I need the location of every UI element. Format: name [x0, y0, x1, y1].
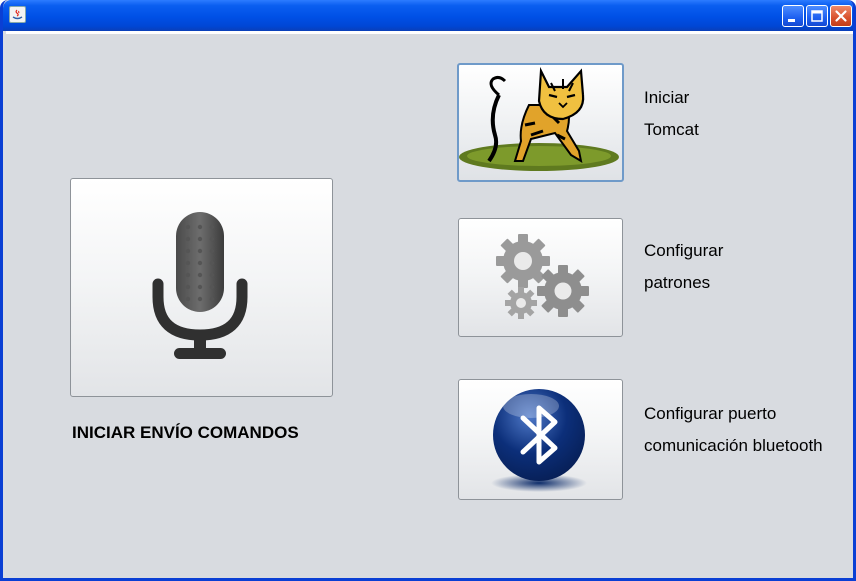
start-commands-label: INICIAR ENVÍO COMANDOS — [72, 423, 299, 442]
start-commands-button[interactable] — [70, 178, 333, 397]
app-window: INICIAR ENVÍO COMANDOS Iniciar Tomcat Co… — [0, 0, 856, 581]
start-tomcat-button[interactable] — [457, 63, 624, 182]
bluetooth-icon — [491, 389, 587, 492]
start-tomcat-label: Iniciar Tomcat — [644, 88, 699, 139]
configure-bluetooth-button[interactable] — [458, 379, 623, 500]
java-icon[interactable] — [9, 6, 26, 23]
gears-icon — [496, 234, 589, 319]
microphone-icon — [152, 212, 248, 359]
content-pane: INICIAR ENVÍO COMANDOS Iniciar Tomcat Co… — [6, 31, 853, 578]
configure-patterns-label: Configurar patrones — [644, 241, 724, 292]
configure-patterns-button[interactable] — [458, 218, 623, 337]
minimize-button[interactable] — [782, 5, 804, 27]
maximize-button[interactable] — [806, 5, 828, 27]
close-button[interactable] — [830, 5, 852, 27]
tomcat-icon — [459, 66, 619, 171]
title-bar[interactable] — [3, 0, 853, 31]
configure-bluetooth-label: Configurar puerto comunicación bluetooth — [644, 404, 823, 455]
